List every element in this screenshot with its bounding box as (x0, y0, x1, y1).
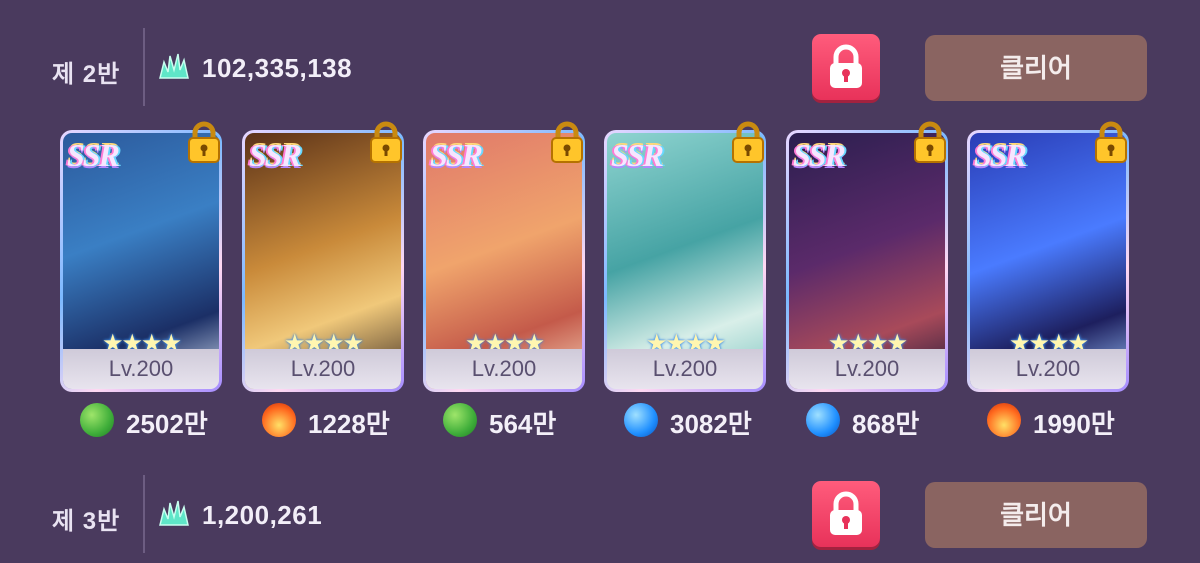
card-frame: SSR ★★★★ Lv.200 (245, 133, 401, 389)
rarity-badge: SSR (249, 137, 302, 173)
level-label: Lv.200 (607, 349, 763, 389)
class-score: 102,335,138 (202, 53, 353, 83)
level-label: Lv.200 (789, 349, 945, 389)
class-2-header: 제 2반 102,335,138 클리어 (0, 28, 1200, 108)
rarity-badge: SSR (611, 137, 664, 173)
crystal-icon (159, 53, 189, 79)
water-icon (624, 403, 658, 437)
gold-lock-icon (732, 121, 764, 163)
divider (143, 475, 145, 553)
power-stat: 868만 (806, 400, 976, 440)
lock-button[interactable] (812, 34, 880, 100)
gold-lock-icon (188, 121, 220, 163)
level-label: Lv.200 (245, 349, 401, 389)
fire-icon (987, 403, 1021, 437)
card-frame: SSR ★★★★ Lv.200 (970, 133, 1126, 389)
level-label: Lv.200 (970, 349, 1126, 389)
water-icon (806, 403, 840, 437)
gold-lock-icon (370, 121, 402, 163)
character-card[interactable]: SSR ★★★★ Lv.200 (604, 121, 766, 392)
level-label: Lv.200 (63, 349, 219, 389)
character-card[interactable]: SSR ★★★★ Lv.200 (423, 121, 585, 392)
gold-lock-icon (1095, 121, 1127, 163)
power-value: 3082만 (670, 409, 752, 439)
power-stat: 564만 (443, 400, 613, 440)
power-value: 1228만 (308, 409, 390, 439)
level-label: Lv.200 (426, 349, 582, 389)
rarity-badge: SSR (793, 137, 846, 173)
power-stat: 1228만 (262, 400, 432, 440)
character-card[interactable]: SSR ★★★★ Lv.200 (242, 121, 404, 392)
divider (143, 28, 145, 106)
rarity-badge: SSR (974, 137, 1027, 173)
card-frame: SSR ★★★★ Lv.200 (63, 133, 219, 389)
power-stat: 2502만 (80, 400, 250, 440)
clear-button[interactable]: 클리어 (925, 35, 1147, 101)
gold-lock-icon (914, 121, 946, 163)
rarity-badge: SSR (430, 137, 483, 173)
power-value: 2502만 (126, 409, 208, 439)
power-value: 564만 (489, 409, 557, 439)
class-label: 제 3반 (52, 508, 121, 535)
power-stat: 3082만 (624, 400, 794, 440)
crystal-icon (159, 500, 189, 526)
card-frame: SSR ★★★★ Lv.200 (789, 133, 945, 389)
class-score: 1,200,261 (202, 500, 323, 530)
character-card[interactable]: SSR ★★★★ Lv.200 (60, 121, 222, 392)
rarity-badge: SSR (67, 137, 120, 173)
class-label: 제 2반 (52, 61, 121, 88)
card-frame: SSR ★★★★ Lv.200 (607, 133, 763, 389)
leaf-icon (443, 403, 477, 437)
gold-lock-icon (551, 121, 583, 163)
card-frame: SSR ★★★★ Lv.200 (426, 133, 582, 389)
leaf-icon (80, 403, 114, 437)
power-stat: 1990만 (987, 400, 1157, 440)
power-value: 868만 (852, 409, 920, 439)
power-value: 1990만 (1033, 409, 1115, 439)
class-3-header: 제 3반 1,200,261 클리어 (0, 475, 1200, 555)
fire-icon (262, 403, 296, 437)
character-card[interactable]: SSR ★★★★ Lv.200 (786, 121, 948, 392)
character-card[interactable]: SSR ★★★★ Lv.200 (967, 121, 1129, 392)
clear-button[interactable]: 클리어 (925, 482, 1147, 548)
lock-button[interactable] (812, 481, 880, 547)
lock-icon (830, 44, 862, 88)
lock-icon (830, 491, 862, 535)
